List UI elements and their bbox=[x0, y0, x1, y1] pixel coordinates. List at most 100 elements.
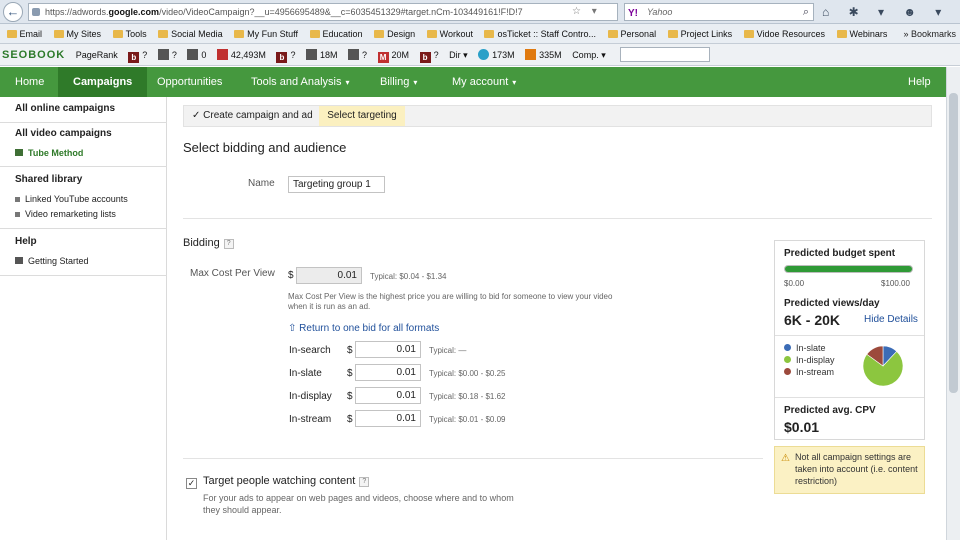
help-icon[interactable]: ? bbox=[359, 477, 370, 487]
bookmark-label: Tools bbox=[125, 29, 147, 39]
toolbar-item[interactable]: b? bbox=[128, 44, 148, 65]
toolbar-item-dir[interactable]: Dir ▾ bbox=[449, 44, 468, 65]
sidebar-item-video-remarketing-lists[interactable]: Video remarketing lists bbox=[15, 209, 116, 219]
bookmark-project-links[interactable]: Project Links bbox=[667, 24, 732, 43]
nav-home[interactable]: Home bbox=[0, 67, 59, 97]
folder-icon bbox=[6, 30, 17, 38]
step-create-campaign[interactable]: ✓ Create campaign and ad bbox=[184, 106, 313, 126]
step-select-targeting: Select targeting bbox=[319, 106, 405, 126]
max-cpv-input[interactable]: 0.01 bbox=[296, 267, 362, 284]
max-cpv-description-2: when it is run as an ad. bbox=[288, 302, 371, 311]
folder-icon bbox=[234, 30, 245, 38]
help-icon[interactable]: ? bbox=[223, 239, 234, 249]
in-display-bid-input[interactable]: 0.01 bbox=[355, 387, 421, 404]
in-slate-bid-input[interactable]: 0.01 bbox=[355, 364, 421, 381]
toolbar-item[interactable]: M 20M bbox=[377, 44, 410, 65]
nav-help[interactable]: Help bbox=[893, 67, 946, 97]
folder-icon bbox=[836, 30, 847, 38]
bookmark-personal[interactable]: Personal bbox=[607, 24, 656, 43]
browser-toolbar-icons[interactable]: ⌂ ✱ ▾ ☻ ▾ ✱ ▾ bbox=[822, 3, 960, 37]
bookmark-education[interactable]: Education bbox=[309, 24, 363, 43]
bookmark-my-sites[interactable]: My Sites bbox=[53, 24, 101, 43]
legend-dot-icon bbox=[784, 356, 791, 363]
legend-label: In-slate bbox=[796, 343, 826, 353]
grid-icon bbox=[187, 49, 199, 60]
name-input[interactable]: Targeting group 1 bbox=[288, 176, 385, 193]
bookmarks-menu[interactable]: » Bookmarks bbox=[903, 24, 956, 43]
toolbar-item-label: ? bbox=[142, 50, 148, 60]
sidebar-item-linked-youtube-accounts[interactable]: Linked YouTube accounts bbox=[15, 194, 128, 204]
views-title: Predicted views/day bbox=[784, 298, 880, 309]
toolbar-item-label: 20M bbox=[391, 50, 410, 60]
sidebar-item-getting-started[interactable]: Getting Started bbox=[15, 256, 89, 266]
bookmark-webinars[interactable]: Webinars bbox=[836, 24, 888, 43]
bookmark-design[interactable]: Design bbox=[374, 24, 415, 43]
toolbar-item[interactable]: 18M bbox=[305, 44, 338, 65]
bookmark-tools[interactable]: Tools bbox=[112, 24, 147, 43]
sidebar-help[interactable]: Help bbox=[15, 236, 37, 247]
toolbar-item-label: PageRank bbox=[75, 50, 118, 60]
toolbar-item[interactable]: 42,493M bbox=[216, 44, 266, 65]
budget-progress-bar bbox=[784, 265, 913, 273]
in-stream-typical: Typical: $0.01 - $0.09 bbox=[429, 415, 506, 424]
nav-my-account[interactable]: My account ▾ bbox=[437, 67, 531, 97]
panel-divider bbox=[775, 335, 924, 336]
bookmark-label: Webinars bbox=[849, 29, 888, 39]
url-bar-tools[interactable]: ☆ ▾ C bbox=[572, 3, 618, 35]
browser-search-input[interactable]: Y! Yahoo ⌕ bbox=[624, 3, 814, 21]
bookmark-workout[interactable]: Workout bbox=[426, 24, 473, 43]
in-search-bid-input[interactable]: 0.01 bbox=[355, 341, 421, 358]
toolbar-item[interactable]: 0 bbox=[187, 44, 206, 65]
page-scrollbar[interactable] bbox=[946, 67, 960, 540]
nav-billing[interactable]: Billing ▾ bbox=[365, 67, 432, 97]
cpv-value: $0.01 bbox=[784, 419, 820, 435]
toolbar-item-pagerank[interactable]: PageRank bbox=[75, 44, 118, 65]
hide-details-link[interactable]: Hide Details bbox=[864, 314, 918, 325]
legend-dot-icon bbox=[784, 344, 791, 351]
scrollbar-thumb[interactable] bbox=[949, 93, 958, 393]
bookmark-vidoe-resources[interactable]: Vidoe Resources bbox=[743, 24, 825, 43]
toolbar-item-comp[interactable]: Comp. ▾ bbox=[572, 44, 606, 65]
toolbar-item[interactable]: b? bbox=[419, 44, 439, 65]
url-prefix: https://adwords. bbox=[45, 7, 109, 17]
nav-opportunities[interactable]: Opportunities bbox=[142, 67, 237, 97]
sidebar-shared-library[interactable]: Shared library bbox=[15, 174, 82, 185]
bookmark-email[interactable]: Email bbox=[6, 24, 42, 43]
sidebar-divider bbox=[0, 122, 167, 123]
target-content-checkbox[interactable]: ✓ bbox=[186, 478, 197, 489]
folder-icon bbox=[484, 30, 495, 38]
name-label: Name bbox=[248, 178, 275, 189]
toolbar-item-label: 42,493M bbox=[230, 50, 266, 60]
bookmark-my-fun-stuff[interactable]: My Fun Stuff bbox=[234, 24, 298, 43]
search-icon[interactable]: ⌕ bbox=[803, 4, 809, 20]
toolbar-item-label: 173M bbox=[492, 50, 515, 60]
return-to-one-bid-link[interactable]: ⇧ Return to one bid for all formats bbox=[288, 323, 439, 334]
toolbar-item-label: ? bbox=[171, 50, 177, 60]
in-stream-bid-input[interactable]: 0.01 bbox=[355, 410, 421, 427]
toolbar-search-input[interactable] bbox=[620, 47, 711, 62]
bookmark-social-media[interactable]: Social Media bbox=[158, 24, 223, 43]
sidebar-all-video-campaigns[interactable]: All video campaigns bbox=[15, 128, 112, 139]
bookmark-osticket[interactable]: osTicket :: Staff Contro... bbox=[484, 24, 596, 43]
nav-campaigns[interactable]: Campaigns bbox=[58, 67, 148, 97]
toolbar-item[interactable]: ? bbox=[348, 44, 367, 65]
toolbar-item[interactable]: ? bbox=[157, 44, 177, 65]
toolbar-item[interactable]: 173M bbox=[478, 44, 515, 65]
sidebar-divider bbox=[0, 228, 167, 229]
sidebar-all-online-campaigns[interactable]: All online campaigns bbox=[15, 103, 115, 114]
address-bar[interactable]: https://adwords.google.com/video/VideoCa… bbox=[28, 3, 618, 21]
sidebar-item-label: Video remarketing lists bbox=[25, 209, 116, 219]
max-cpv-description: Max Cost Per View is the highest price y… bbox=[288, 292, 613, 301]
in-display-typical: Typical: $0.18 - $1.62 bbox=[429, 392, 506, 401]
chevron-down-icon: ▾ bbox=[413, 78, 418, 87]
currency-symbol: $ bbox=[288, 270, 294, 281]
folder-icon bbox=[743, 30, 754, 38]
toolbar-item[interactable]: b? bbox=[276, 44, 295, 65]
nav-tools-and-analysis[interactable]: Tools and Analysis ▾ bbox=[236, 67, 365, 97]
toolbar-item[interactable]: 335M bbox=[525, 44, 562, 65]
seobook-logo[interactable]: SEOBOOK bbox=[2, 44, 65, 65]
back-arrow-icon[interactable]: ← bbox=[3, 2, 23, 22]
toolbar-item-label: 18M bbox=[319, 50, 338, 60]
format-label-in-stream: In-stream bbox=[289, 414, 332, 425]
sidebar-item-tube-method[interactable]: Tube Method bbox=[15, 148, 83, 158]
